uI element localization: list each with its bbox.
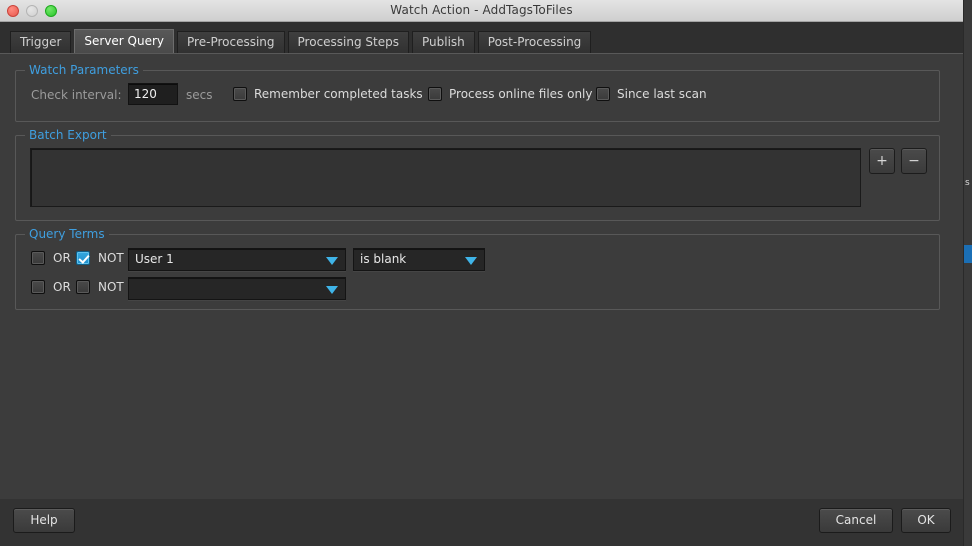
batch-export-group: Batch Export + − (15, 135, 940, 221)
query-row-1-operator-value: is blank (360, 252, 406, 266)
check-interval-label: Check interval: (31, 88, 122, 102)
tab-trigger[interactable]: Trigger (10, 31, 71, 53)
background-window-sliver: s (963, 0, 972, 546)
watch-parameters-group: Watch Parameters Check interval: secs Re… (15, 70, 940, 122)
query-row-1-operator-combobox[interactable]: is blank (353, 248, 485, 271)
chevron-down-icon (326, 257, 338, 265)
batch-export-legend: Batch Export (25, 128, 111, 142)
tab-bar: Trigger Server Query Pre-Processing Proc… (0, 22, 963, 53)
query-row-2-not-checkbox[interactable] (76, 280, 90, 294)
query-row-1-or-label: OR (53, 251, 71, 265)
query-row-2-or-label: OR (53, 280, 71, 294)
since-last-scan-checkbox[interactable] (596, 87, 610, 101)
watch-parameters-legend: Watch Parameters (25, 63, 143, 77)
query-row-1-not-checkbox[interactable] (76, 251, 90, 265)
query-terms-legend: Query Terms (25, 227, 109, 241)
batch-export-list[interactable] (30, 148, 861, 207)
tab-content-panel: Watch Parameters Check interval: secs Re… (0, 53, 963, 499)
tab-post-processing[interactable]: Post-Processing (478, 31, 592, 53)
cancel-button[interactable]: Cancel (819, 508, 893, 533)
chevron-down-icon (465, 257, 477, 265)
tab-pre-processing[interactable]: Pre-Processing (177, 31, 285, 53)
dialog-footer: Help Cancel OK (0, 499, 963, 546)
chevron-down-icon (326, 286, 338, 294)
tab-server-query[interactable]: Server Query (74, 29, 174, 53)
app-window: s Watch Action - AddTagsToFiles Trigger … (0, 0, 972, 546)
background-window-text: s (965, 178, 970, 188)
title-bar: Watch Action - AddTagsToFiles (0, 0, 963, 22)
tab-processing-steps[interactable]: Processing Steps (288, 31, 409, 53)
query-row-1-field-value: User 1 (135, 252, 174, 266)
window-title: Watch Action - AddTagsToFiles (0, 3, 963, 17)
query-row-1-field-combobox[interactable]: User 1 (128, 248, 346, 271)
query-row-1-or-checkbox[interactable] (31, 251, 45, 265)
remember-completed-tasks-checkbox[interactable] (233, 87, 247, 101)
query-row-2-not-label: NOT (98, 280, 124, 294)
query-row-1-not-label: NOT (98, 251, 124, 265)
since-last-scan-label: Since last scan (617, 87, 707, 101)
ok-button[interactable]: OK (901, 508, 951, 533)
help-button[interactable]: Help (13, 508, 75, 533)
check-interval-units-label: secs (186, 88, 212, 102)
check-interval-input[interactable] (128, 83, 178, 105)
process-online-files-only-label: Process online files only (449, 87, 592, 101)
remember-completed-tasks-label: Remember completed tasks (254, 87, 423, 101)
background-window-selection (964, 245, 972, 263)
query-terms-group: Query Terms OR NOT User 1 is blank (15, 234, 940, 310)
process-online-files-only-checkbox[interactable] (428, 87, 442, 101)
query-row-2-or-checkbox[interactable] (31, 280, 45, 294)
tab-publish[interactable]: Publish (412, 31, 475, 53)
batch-export-add-button[interactable]: + (869, 148, 895, 174)
query-row-2-field-combobox[interactable] (128, 277, 346, 300)
batch-export-remove-button[interactable]: − (901, 148, 927, 174)
